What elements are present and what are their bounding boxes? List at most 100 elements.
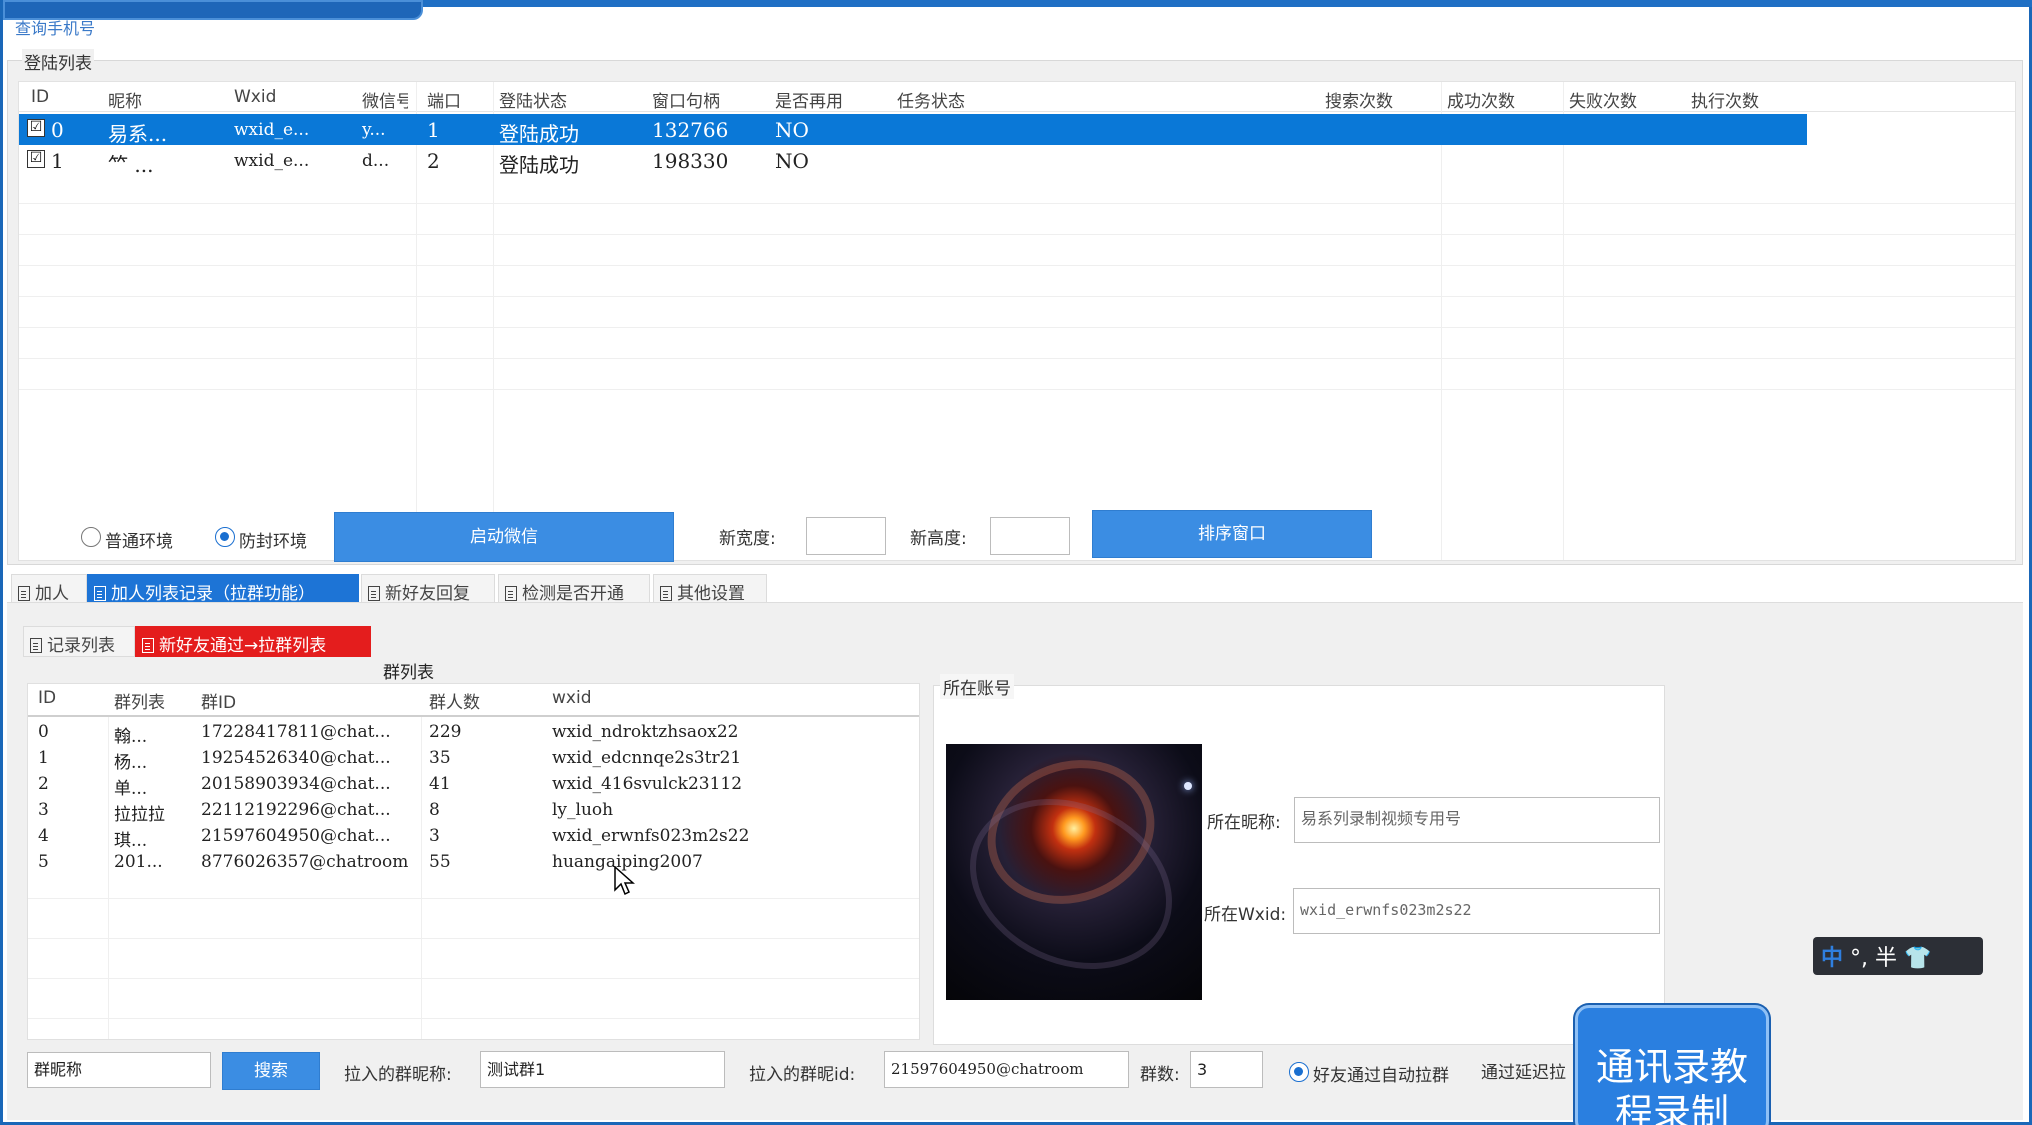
col-group-id[interactable]: 群ID	[201, 688, 236, 713]
subtab-record-list[interactable]: 记录列表	[23, 626, 135, 657]
grid-line	[28, 1018, 919, 1019]
cell-member-count: 41	[429, 774, 451, 794]
col-wxid[interactable]: Wxid	[234, 87, 276, 107]
tab-new-friend-reply[interactable]: 新好友回复	[361, 574, 495, 604]
delay-pull-label[interactable]: 通过延迟拉	[1481, 1058, 1566, 1083]
popup-line-2: 程录制	[1614, 1091, 1729, 1125]
cell-id: 0	[38, 722, 49, 742]
ime-status-bar[interactable]: 中 °, 半 👕	[1813, 937, 1983, 975]
col-id[interactable]: ID	[38, 688, 56, 708]
cell-group-name: 杨...	[114, 753, 148, 773]
document-icon	[18, 586, 30, 601]
cell-group-id: 19254526340@chat...	[201, 748, 391, 768]
col-exec[interactable]: 执行次数	[1691, 87, 1759, 112]
col-id[interactable]: ID	[31, 87, 49, 107]
col-status[interactable]: 登陆状态	[499, 87, 567, 112]
env-normal-radio[interactable]	[81, 527, 101, 547]
account-wxid-field[interactable]: wxid_erwnfs023m2s22	[1293, 888, 1660, 934]
tab-other-settings[interactable]: 其他设置	[653, 574, 767, 604]
group-row-5[interactable]: 5 201... 8776026357@chatroom 55 huangaip…	[28, 850, 919, 876]
col-wxid[interactable]: wxid	[552, 688, 591, 708]
cell-member-count: 8	[429, 800, 440, 820]
col-hwnd[interactable]: 窗口句柄	[652, 87, 720, 112]
tab-label: 加人列表记录（拉群功能）	[111, 584, 315, 604]
cell-group-id: 20158903934@chat...	[201, 774, 391, 794]
main-window: 查询手机号 登陆列表 ID 昵称 Wxid 微信号 端口 登陆状态 窗口句柄 是…	[0, 0, 2032, 1125]
pull-group-id-input[interactable]: 21597604950@chatroom	[884, 1051, 1129, 1088]
account-wxid-label: 所在Wxid:	[1204, 905, 1287, 925]
col-search[interactable]: 搜索次数	[1325, 87, 1393, 112]
tab-label: 新好友回复	[385, 584, 470, 604]
grid-line	[28, 978, 919, 979]
shirt-icon[interactable]: 👕	[1904, 946, 1931, 971]
cell-wxid: wxid_ndroktzhsaox22	[552, 722, 739, 742]
tab-add-list-records[interactable]: 加人列表记录（拉群功能）	[87, 574, 359, 604]
subtab-new-friend-pull-group[interactable]: 新好友通过→拉群列表	[135, 626, 371, 657]
cell-id: 0	[51, 118, 64, 142]
login-list-header: ID 昵称 Wxid 微信号 端口 登陆状态 窗口句柄 是否再用 任务状态 搜索…	[19, 82, 2015, 112]
col-fail[interactable]: 失败次数	[1569, 87, 1637, 112]
cell-id: 1	[51, 149, 64, 173]
start-wechat-button[interactable]: 启动微信	[334, 512, 674, 562]
login-list-view[interactable]: ID 昵称 Wxid 微信号 端口 登陆状态 窗口句柄 是否再用 任务状态 搜索…	[18, 81, 2016, 561]
search-button[interactable]: 搜索	[222, 1052, 320, 1090]
auto-pull-radio[interactable]	[1289, 1062, 1309, 1082]
subtab-label: 记录列表	[47, 636, 115, 656]
col-port[interactable]: 端口	[427, 87, 461, 112]
col-success[interactable]: 成功次数	[1447, 87, 1515, 112]
query-phone-label[interactable]: 查询手机号	[15, 15, 95, 39]
sort-window-button[interactable]: 排序窗口	[1092, 510, 1372, 558]
group-list-title: 群列表	[383, 663, 434, 683]
env-protect-label[interactable]: 防封环境	[239, 527, 307, 552]
cell-member-count: 3	[429, 826, 440, 846]
env-protect-radio[interactable]	[215, 527, 235, 547]
env-normal-label[interactable]: 普通环境	[105, 527, 173, 552]
cell-member-count: 229	[429, 722, 462, 742]
new-width-input[interactable]	[806, 517, 886, 555]
ime-punct-width[interactable]: °, 半	[1850, 946, 1897, 971]
group-row-1[interactable]: 1 杨... 19254526340@chat... 35 wxid_edcnn…	[28, 746, 919, 773]
new-height-input[interactable]	[990, 517, 1070, 555]
group-search-input[interactable]: 群昵称	[27, 1052, 211, 1088]
cell-wxid: ly_luoh	[552, 800, 614, 820]
group-count-label: 群数:	[1140, 1065, 1180, 1085]
tab-add-person[interactable]: 加人	[11, 574, 87, 604]
auto-pull-label[interactable]: 好友通过自动拉群	[1313, 1061, 1449, 1086]
col-member-count[interactable]: 群人数	[429, 688, 480, 713]
ime-mode[interactable]: 中	[1821, 946, 1843, 971]
login-row-1[interactable]: ☑ 1 ⺮ ... wxid_e... d... 2 登陆成功 198330 N…	[19, 145, 2015, 177]
grid-line	[19, 234, 2015, 235]
col-task[interactable]: 任务状态	[897, 87, 965, 112]
grid-line	[19, 296, 2015, 297]
cell-hwnd: 198330	[652, 149, 729, 173]
group-list-view[interactable]: ID 群列表 群ID 群人数 wxid 0 翰... 17228417811@c…	[27, 683, 920, 1040]
account-nick-field[interactable]: 易系列录制视频专用号	[1294, 797, 1660, 843]
col-nick[interactable]: 昵称	[108, 87, 142, 112]
group-row-2[interactable]: 2 单... 20158903934@chat... 41 wxid_416sv…	[28, 772, 919, 799]
account-nick-label: 所在昵称:	[1207, 813, 1281, 833]
pull-group-name-input[interactable]: 测试群1	[480, 1051, 725, 1088]
document-icon	[368, 586, 380, 601]
login-row-0[interactable]: ☑ 0 易系... wxid_e... y... 1 登陆成功 132766 N…	[19, 114, 1807, 146]
tab-check-activation[interactable]: 检测是否开通	[498, 574, 650, 604]
row-checkbox[interactable]: ☑	[27, 150, 45, 168]
cell-wxid: wxid_416svulck23112	[552, 774, 743, 794]
cell-nick: 易系...	[108, 122, 168, 146]
group-count-input[interactable]: 3	[1190, 1051, 1263, 1088]
col-wxno[interactable]: 微信号	[362, 87, 408, 112]
document-icon	[660, 586, 672, 601]
group-row-4[interactable]: 4 琪... 21597604950@chat... 3 wxid_erwnfs…	[28, 824, 919, 851]
cell-wxno: d...	[362, 151, 390, 171]
pull-group-name-label: 拉入的群昵称:	[344, 1065, 452, 1085]
group-row-0[interactable]: 0 翰... 17228417811@chat... 229 wxid_ndro…	[28, 720, 919, 747]
document-icon	[142, 638, 154, 653]
avatar-swirl	[946, 767, 1200, 1000]
row-checkbox[interactable]: ☑	[27, 119, 45, 137]
tutorial-popup[interactable]: 通讯录教 程录制	[1575, 1005, 1769, 1125]
col-group-name[interactable]: 群列表	[114, 688, 165, 713]
cell-wxid: wxid_e...	[234, 120, 310, 140]
col-reuse[interactable]: 是否再用	[775, 87, 843, 112]
group-row-3[interactable]: 3 拉拉拉 22112192296@chat... 8 ly_luoh	[28, 798, 919, 825]
cell-group-id: 21597604950@chat...	[201, 826, 391, 846]
tab-label: 其他设置	[677, 584, 745, 604]
